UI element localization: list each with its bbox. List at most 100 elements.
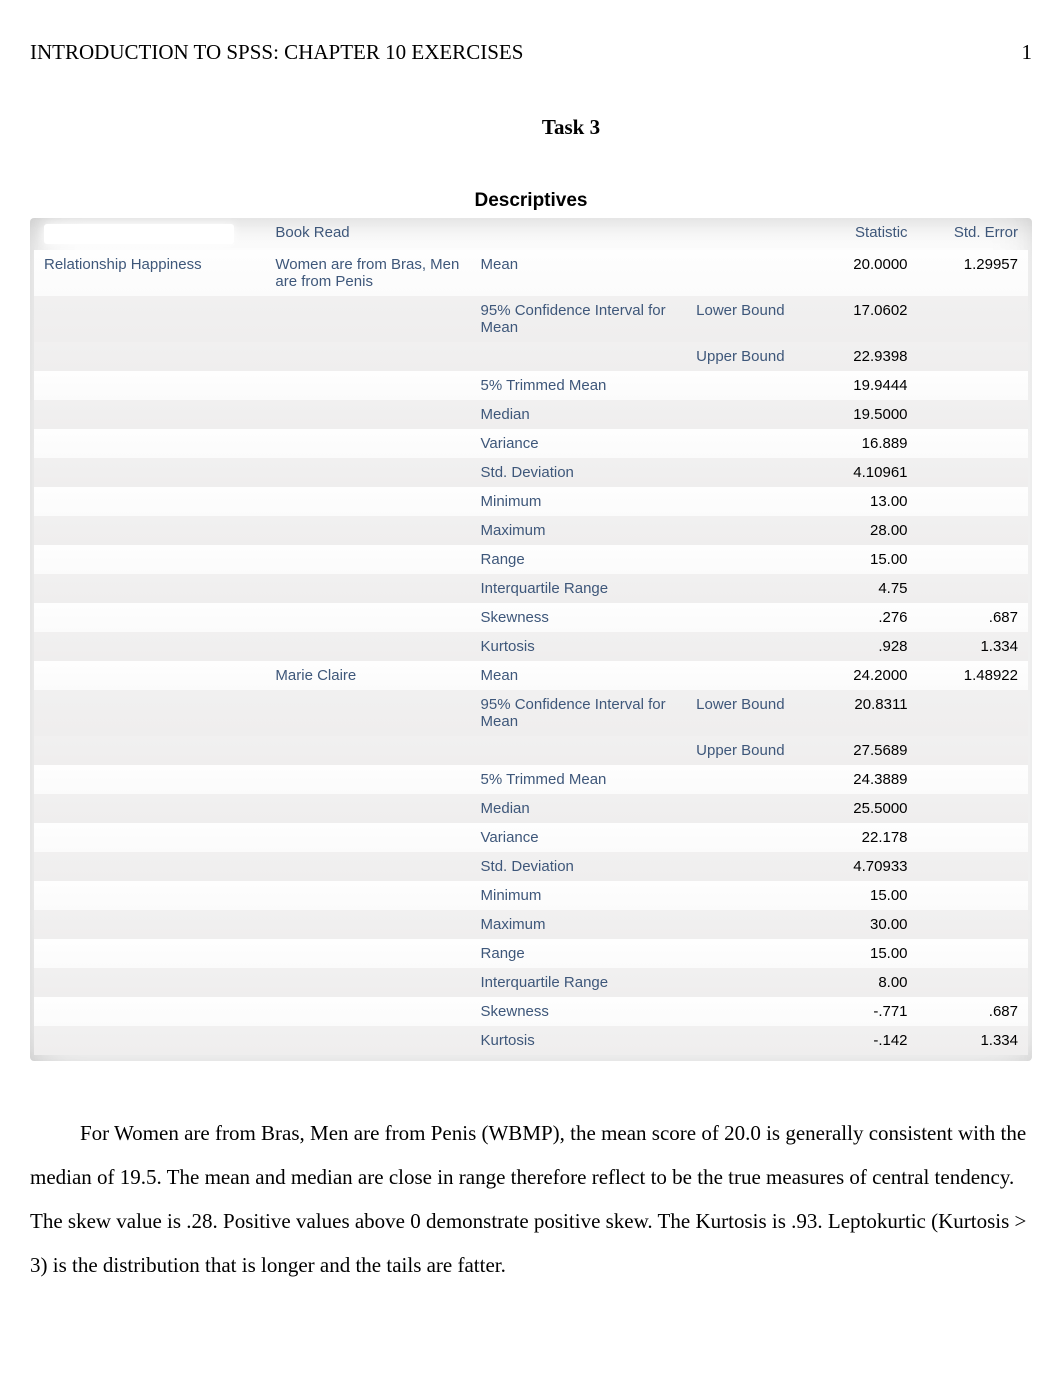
stderr-value (918, 516, 1028, 545)
blank-mask (44, 224, 234, 244)
statistic-value: -.142 (818, 1026, 918, 1055)
stderr-value (918, 296, 1028, 342)
bound-label (686, 250, 817, 296)
bound-label (686, 661, 817, 690)
bound-label (686, 881, 817, 910)
statistic-value: -.771 (818, 997, 918, 1026)
bound-label: Lower Bound (686, 690, 817, 736)
stderr-value (918, 794, 1028, 823)
stderr-value (918, 968, 1028, 997)
stderr-value (918, 736, 1028, 765)
measure-label: Range (471, 545, 687, 574)
col-header-statistic: Statistic (818, 218, 918, 250)
table-row: Interquartile Range 4.75 (34, 574, 1028, 603)
statistic-value: 13.00 (818, 487, 918, 516)
measure-label: Kurtosis (471, 1026, 687, 1055)
stderr-value: 1.334 (918, 1026, 1028, 1055)
table-row: Minimum 13.00 (34, 487, 1028, 516)
bound-label (686, 823, 817, 852)
table-row: 5% Trimmed Mean 19.9444 (34, 371, 1028, 400)
bound-label (686, 632, 817, 661)
statistic-value: 4.75 (818, 574, 918, 603)
table-row: Median25.5000 (34, 794, 1028, 823)
statistic-value: 24.3889 (818, 765, 918, 794)
table-row: Interquartile Range8.00 (34, 968, 1028, 997)
statistic-value: 20.0000 (818, 250, 918, 296)
statistic-value: 19.9444 (818, 371, 918, 400)
table-row: Minimum 15.00 (34, 881, 1028, 910)
bound-label (686, 939, 817, 968)
stderr-value (918, 458, 1028, 487)
measure-label: 5% Trimmed Mean (471, 371, 687, 400)
bound-label (686, 910, 817, 939)
table-row: Skewness.276.687 (34, 603, 1028, 632)
measure-label: Skewness (471, 997, 687, 1026)
measure-label: Variance (471, 429, 687, 458)
statistic-value: .928 (818, 632, 918, 661)
measure-label: Std. Deviation (471, 458, 687, 487)
bound-label: Lower Bound (686, 296, 817, 342)
statistic-value: 15.00 (818, 545, 918, 574)
body-paragraph: For Women are from Bras, Men are from Pe… (30, 1111, 1032, 1287)
paragraph-text: For Women are from Bras, Men are from Pe… (30, 1111, 1032, 1287)
stderr-value (918, 429, 1028, 458)
statistic-value: 24.2000 (818, 661, 918, 690)
bound-label (686, 516, 817, 545)
bound-label (686, 603, 817, 632)
table-header-row: Book Read Statistic Std. Error (34, 218, 1028, 250)
stderr-value: 1.29957 (918, 250, 1028, 296)
book-label: Women are from Bras, Men are from Penis (265, 250, 470, 296)
bound-label (686, 765, 817, 794)
bound-label (686, 371, 817, 400)
bound-label (686, 997, 817, 1026)
statistic-value: 15.00 (818, 939, 918, 968)
header-title: INTRODUCTION TO SPSS: CHAPTER 10 EXERCIS… (30, 40, 523, 65)
table-row: Median19.5000 (34, 400, 1028, 429)
measure-label: 5% Trimmed Mean (471, 765, 687, 794)
statistic-value: 19.5000 (818, 400, 918, 429)
stderr-value (918, 939, 1028, 968)
measure-label: Maximum (471, 516, 687, 545)
table-title: Descriptives (30, 190, 1032, 212)
dv-label: Relationship Happiness (34, 250, 265, 296)
measure-label: Minimum (471, 881, 687, 910)
bound-label (686, 429, 817, 458)
measure-label: Mean (471, 250, 687, 296)
measure-label: Kurtosis (471, 632, 687, 661)
statistic-value: 17.0602 (818, 296, 918, 342)
table-row: Std. Deviation4.70933 (34, 852, 1028, 881)
running-head: INTRODUCTION TO SPSS: CHAPTER 10 EXERCIS… (30, 40, 1032, 65)
stderr-value (918, 574, 1028, 603)
stderr-value (918, 371, 1028, 400)
task-title: Task 3 (30, 115, 1032, 140)
descriptives-table: Book Read Statistic Std. Error Relations… (30, 218, 1032, 1061)
measure-label: Maximum (471, 910, 687, 939)
statistic-value: 15.00 (818, 881, 918, 910)
bound-label (686, 458, 817, 487)
bound-label (686, 852, 817, 881)
stderr-value (918, 881, 1028, 910)
table-row: Relationship HappinessWomen are from Bra… (34, 250, 1028, 296)
statistic-value: .276 (818, 603, 918, 632)
measure-label (471, 736, 687, 765)
stderr-value (918, 765, 1028, 794)
table-row: Maximum30.00 (34, 910, 1028, 939)
stderr-value (918, 342, 1028, 371)
table-row: Maximum28.00 (34, 516, 1028, 545)
bound-label (686, 1026, 817, 1055)
page-number: 1 (1022, 40, 1033, 65)
statistic-value: 22.178 (818, 823, 918, 852)
bound-label: Upper Bound (686, 736, 817, 765)
bound-label (686, 545, 817, 574)
measure-label: Minimum (471, 487, 687, 516)
book-label: Marie Claire (265, 661, 470, 690)
measure-label: Skewness (471, 603, 687, 632)
measure-label: Interquartile Range (471, 574, 687, 603)
bound-label (686, 968, 817, 997)
table-row: Upper Bound22.9398 (34, 342, 1028, 371)
measure-label: Variance (471, 823, 687, 852)
col-header-stderr: Std. Error (918, 218, 1028, 250)
stderr-value (918, 852, 1028, 881)
table-row: 95% Confidence Interval for MeanLower Bo… (34, 296, 1028, 342)
measure-label: Median (471, 794, 687, 823)
